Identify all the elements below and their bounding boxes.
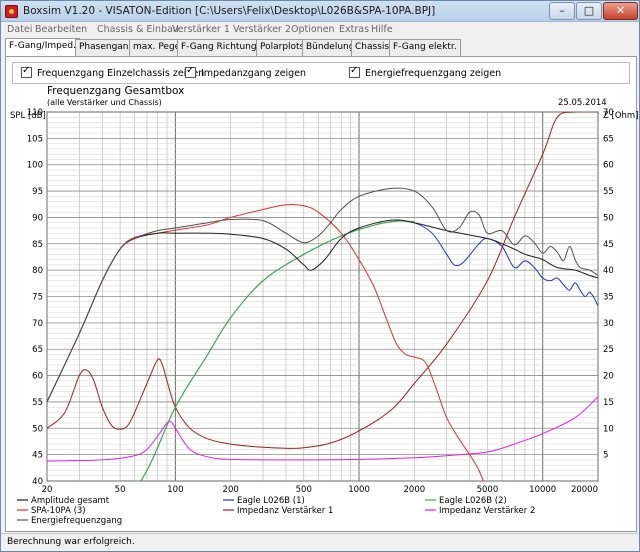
x-tick-label: 2000 (404, 485, 426, 495)
y-tick-label: 80 (32, 266, 43, 276)
y2-tick-label: 10 (603, 424, 614, 434)
checkbox-impedanz-label: Impedanzgang zeigen (201, 68, 307, 79)
y-tick-label: 100 (27, 161, 43, 171)
chart-legend: Amplitude gesamt Eagle L026B (1) Eagle L02… (17, 496, 535, 526)
y2-tick-label: 20 (603, 372, 614, 382)
y2-tick-label: 15 (603, 398, 614, 408)
legend-item: Impedanz Verstärker 2 (425, 506, 535, 516)
title-bar[interactable]: Boxsim V1.20 - VISATON-Edition [C:\Users… (1, 1, 639, 22)
x-tick-label: 200 (223, 485, 239, 495)
x-tick-label: 20 (42, 485, 53, 495)
tab-fgang-elektr[interactable]: F-Gang elektr. (389, 39, 461, 56)
tab-polarplots[interactable]: Polarplots (256, 39, 309, 56)
menu-chassis-einbau[interactable]: Chassis & Einbau (97, 24, 179, 35)
y2-tick-label: 70 (603, 108, 614, 118)
window-title: Boxsim V1.20 - VISATON-Edition [C:\Users… (23, 5, 436, 17)
legend-label: Eagle L026B (2) (439, 496, 507, 506)
frequency-response-chart: Frequenzgang Gesamtbox (alle Verstärker … (10, 85, 639, 526)
tab-fgang-impedanz[interactable]: F-Gang/Imped. (5, 38, 80, 56)
x-tick-label: 5000 (477, 485, 499, 495)
tab-chassis[interactable]: Chassis (351, 39, 394, 56)
chart-subtitle: (alle Verstärker und Chassis) (47, 98, 162, 107)
y-tick-label: 55 (32, 398, 43, 408)
x-tick-label: 500 (296, 485, 312, 495)
legend-item: Energiefrequenzgang (17, 516, 122, 526)
y-tick-label: 75 (32, 293, 43, 303)
legend-item: Eagle L026B (2) (425, 496, 507, 506)
checkbox-energie-box[interactable] (349, 65, 360, 78)
app-window: Boxsim V1.20 - VISATON-Edition [C:\Users… (0, 0, 640, 552)
y-tick-label: 60 (32, 372, 43, 382)
legend-label: Energiefrequenzgang (31, 516, 122, 526)
y2-tick-label: 25 (603, 345, 614, 355)
x-tick-label: 50 (115, 485, 126, 495)
y-tick-label: 105 (27, 134, 43, 144)
menu-extras[interactable]: Extras (339, 24, 369, 35)
y-tick-label: 95 (32, 187, 43, 197)
legend-item: Amplitude gesamt (17, 496, 110, 506)
y-tick-label: 85 (32, 240, 43, 250)
maximize-button[interactable]: □ (576, 2, 602, 20)
menu-hilfe[interactable]: Hilfe (371, 24, 393, 35)
chart-title: Frequenzgang Gesamtbox (47, 85, 184, 97)
y2-tick-label: 35 (603, 293, 614, 303)
y2-tick-label: 40 (603, 266, 614, 276)
checkbox-energie-label: Energiefrequenzgang zeigen (365, 68, 502, 79)
y2-tick-label: 55 (603, 187, 614, 197)
x-tick-label: 1000 (348, 485, 370, 495)
app-logo-icon (5, 5, 18, 18)
menu-verstaerker-2[interactable]: Verstärker 2 (233, 24, 291, 35)
legend-label: Eagle L026B (1) (237, 496, 305, 506)
menu-datei[interactable]: Datei (7, 24, 32, 35)
chart-date: 25.05.2014 (558, 98, 607, 108)
x-tick-label: 20000 (571, 485, 598, 495)
legend-label: Amplitude gesamt (31, 496, 110, 506)
legend-label: SPA-10PA (3) (31, 506, 86, 516)
y-tick-label: 110 (27, 108, 43, 118)
menu-optionen[interactable]: Optionen (291, 24, 335, 35)
y2-tick-label: 50 (603, 213, 614, 223)
y-tick-label: 90 (32, 213, 43, 223)
checkbox-einzelchassis-label: Frequenzgang Einzelchassis zeigen (37, 68, 205, 79)
legend-label: Impedanz Verstärker 2 (439, 506, 535, 516)
legend-item: Eagle L026B (1) (223, 496, 305, 506)
checkbox-einzelchassis-box[interactable] (21, 65, 32, 78)
y-tick-label: 50 (32, 424, 43, 434)
y2-tick-label: 30 (603, 319, 614, 329)
tab-buendelung[interactable]: Bündelung (302, 39, 359, 56)
y-tick-label: 70 (32, 319, 43, 329)
minimize-button[interactable]: – (549, 2, 575, 20)
status-text: Berechnung war erfolgreich. (7, 537, 135, 547)
legend-label: Impedanz Verstärker 1 (237, 506, 333, 516)
chart-grid (46, 111, 599, 482)
legend-item: SPA-10PA (3) (17, 506, 86, 516)
menu-verstaerker-1[interactable]: Verstärker 1 (172, 24, 230, 35)
legend-item: Impedanz Verstärker 1 (223, 506, 333, 516)
y2-tick-label: 45 (603, 240, 614, 250)
y-tick-label: 65 (32, 345, 43, 355)
close-button[interactable]: ✕ (603, 2, 638, 20)
y2-tick-label: 65 (603, 134, 614, 144)
x-tick-label: 100 (167, 485, 183, 495)
y-tick-label: 45 (32, 451, 43, 461)
checkbox-impedanz-box[interactable] (185, 65, 196, 78)
tab-bar: F-Gang/Imped. Phasengang max. Pegel F-Ga… (5, 38, 635, 57)
y2-tick-label: 5 (603, 451, 608, 461)
x-tick-label: 10000 (529, 485, 556, 495)
menu-bar: Datei Bearbeiten Chassis & Einbau Verstä… (1, 22, 639, 39)
menu-bearbeiten[interactable]: Bearbeiten (35, 24, 87, 35)
status-bar: Berechnung war erfolgreich. (1, 533, 639, 551)
y2-tick-label: 60 (603, 161, 614, 171)
